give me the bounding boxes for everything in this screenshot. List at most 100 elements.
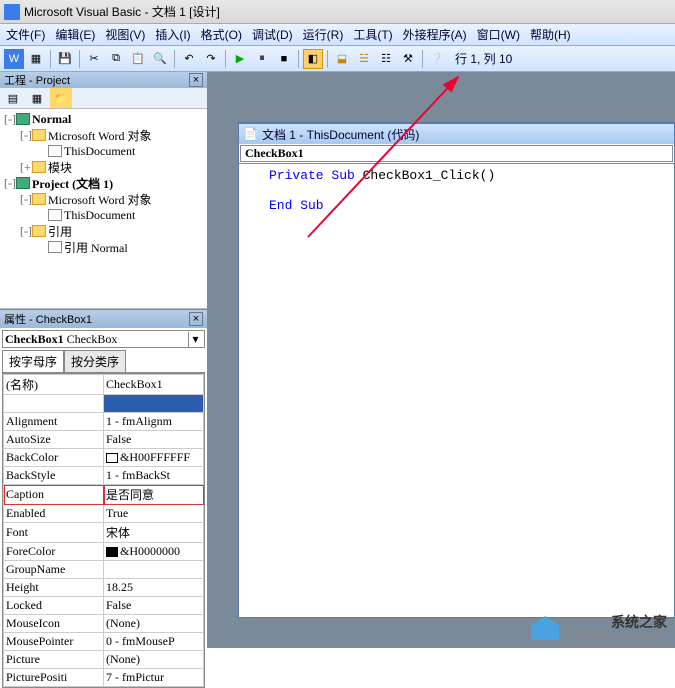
- tree-node[interactable]: [-]Project (文档 1): [0, 175, 207, 191]
- property-row[interactable]: Caption是否同意: [4, 485, 204, 505]
- run-icon[interactable]: ▶: [230, 49, 250, 69]
- tree-node[interactable]: 引用 Normal: [0, 239, 207, 255]
- menu-debug[interactable]: 调试(D): [252, 26, 293, 43]
- property-row[interactable]: EnabledTrue: [4, 505, 204, 523]
- property-row[interactable]: LockedFalse: [4, 597, 204, 615]
- property-value[interactable]: True: [104, 505, 204, 523]
- property-row[interactable]: (名称)CheckBox1: [4, 375, 204, 395]
- project-explorer-icon[interactable]: ⬓: [332, 49, 352, 69]
- fold-icon: [32, 161, 46, 173]
- main-toolbar: W ▦ 💾 ✂ ⧉ 📋 🔍 ↶ ↷ ▶ ⏸ ■ ◧ ⬓ ☱ ☷ ⚒ ❔ 行 1,…: [0, 46, 675, 72]
- menu-edit[interactable]: 编辑(E): [55, 26, 95, 43]
- code-window[interactable]: 📄 文档 1 - ThisDocument (代码) CheckBox1 Pri…: [238, 122, 675, 618]
- property-row[interactable]: ForeColor&H0000000: [4, 543, 204, 561]
- tree-twist-icon[interactable]: [-]: [20, 224, 32, 239]
- save-icon[interactable]: 💾: [55, 49, 75, 69]
- help-icon[interactable]: ❔: [427, 49, 447, 69]
- view-word-icon[interactable]: W: [4, 49, 24, 69]
- design-mode-icon[interactable]: ◧: [303, 49, 323, 69]
- close-icon[interactable]: ×: [189, 73, 203, 87]
- tree-twist-icon[interactable]: [-]: [20, 192, 32, 207]
- property-value[interactable]: 7 - fmPictur: [104, 669, 204, 687]
- property-value[interactable]: (None): [104, 651, 204, 669]
- property-value[interactable]: 是否同意: [104, 485, 204, 505]
- property-row[interactable]: Font宋体: [4, 523, 204, 543]
- tree-twist-icon[interactable]: [+]: [20, 160, 32, 175]
- property-row[interactable]: Alignment1 - fmAlignm: [4, 413, 204, 431]
- menu-insert[interactable]: 插入(I): [155, 26, 190, 43]
- property-row[interactable]: PicturePositi7 - fmPictur: [4, 669, 204, 687]
- object-selector[interactable]: CheckBox1 CheckBox ▾: [2, 330, 205, 348]
- tree-twist-icon[interactable]: [-]: [20, 128, 32, 143]
- property-value[interactable]: 18.25: [104, 579, 204, 597]
- redo-icon[interactable]: ↷: [201, 49, 221, 69]
- view-object-icon[interactable]: ▦: [26, 88, 48, 108]
- tree-node[interactable]: [+]模块: [0, 159, 207, 175]
- property-row[interactable]: Accelerator: [4, 395, 204, 413]
- property-value[interactable]: [104, 561, 204, 579]
- reset-icon[interactable]: ■: [274, 49, 294, 69]
- menu-view[interactable]: 视图(V): [105, 26, 145, 43]
- property-value[interactable]: &H00FFFFFF: [104, 449, 204, 467]
- properties-panel-title: 属性 - CheckBox1 ×: [0, 310, 207, 328]
- code-editor[interactable]: Private Sub CheckBox1_Click() End Sub: [239, 164, 674, 617]
- property-value[interactable]: False: [104, 431, 204, 449]
- tree-twist-icon[interactable]: [-]: [4, 112, 16, 127]
- toggle-folders-icon[interactable]: 📁: [50, 88, 72, 108]
- property-value[interactable]: (None): [104, 615, 204, 633]
- insert-icon[interactable]: ▦: [26, 49, 46, 69]
- property-row[interactable]: Picture(None): [4, 651, 204, 669]
- tree-node[interactable]: [-]Microsoft Word 对象: [0, 127, 207, 143]
- copy-icon[interactable]: ⧉: [106, 49, 126, 69]
- dropdown-icon[interactable]: ▾: [188, 332, 202, 347]
- property-row[interactable]: MouseIcon(None): [4, 615, 204, 633]
- toolbox-icon[interactable]: ⚒: [398, 49, 418, 69]
- tree-twist-icon[interactable]: [-]: [4, 176, 16, 191]
- property-row[interactable]: GroupName: [4, 561, 204, 579]
- doc-icon: [48, 241, 62, 253]
- menu-window[interactable]: 窗口(W): [477, 26, 520, 43]
- menu-help[interactable]: 帮助(H): [530, 26, 571, 43]
- menu-run[interactable]: 运行(R): [303, 26, 344, 43]
- property-name: Alignment: [4, 413, 104, 431]
- menu-addins[interactable]: 外接程序(A): [403, 26, 467, 43]
- menu-tools[interactable]: 工具(T): [353, 26, 392, 43]
- menu-file[interactable]: 文件(F): [6, 26, 45, 43]
- tab-alphabetic[interactable]: 按字母序: [2, 350, 64, 372]
- property-name: AutoSize: [4, 431, 104, 449]
- find-icon[interactable]: 🔍: [150, 49, 170, 69]
- break-icon[interactable]: ⏸: [252, 49, 272, 69]
- property-value[interactable]: &H0000000: [104, 543, 204, 561]
- tree-node[interactable]: [-]Normal: [0, 111, 207, 127]
- property-value[interactable]: [104, 395, 204, 413]
- tree-node[interactable]: [-]引用: [0, 223, 207, 239]
- tree-node[interactable]: ThisDocument: [0, 207, 207, 223]
- property-row[interactable]: AutoSizeFalse: [4, 431, 204, 449]
- project-tree[interactable]: [-]Normal[-]Microsoft Word 对象ThisDocumen…: [0, 109, 207, 309]
- paste-icon[interactable]: 📋: [128, 49, 148, 69]
- fold-icon: [32, 193, 46, 205]
- object-browser-icon[interactable]: ☷: [376, 49, 396, 69]
- close-icon[interactable]: ×: [189, 312, 203, 326]
- property-row[interactable]: BackColor&H00FFFFFF: [4, 449, 204, 467]
- fold-icon: [32, 225, 46, 237]
- property-value[interactable]: False: [104, 597, 204, 615]
- tree-node[interactable]: ThisDocument: [0, 143, 207, 159]
- menu-format[interactable]: 格式(O): [201, 26, 242, 43]
- property-row[interactable]: Height18.25: [4, 579, 204, 597]
- property-value[interactable]: 1 - fmBackSt: [104, 467, 204, 485]
- property-value[interactable]: 1 - fmAlignm: [104, 413, 204, 431]
- property-value[interactable]: 宋体: [104, 523, 204, 543]
- view-code-icon[interactable]: ▤: [2, 88, 24, 108]
- cut-icon[interactable]: ✂: [84, 49, 104, 69]
- tab-categorized[interactable]: 按分类序: [64, 350, 126, 372]
- properties-grid[interactable]: (名称)CheckBox1AcceleratorAlignment1 - fmA…: [2, 373, 205, 688]
- property-value[interactable]: CheckBox1: [104, 375, 204, 395]
- properties-icon[interactable]: ☱: [354, 49, 374, 69]
- property-row[interactable]: BackStyle1 - fmBackSt: [4, 467, 204, 485]
- object-dropdown[interactable]: CheckBox1: [240, 145, 673, 162]
- tree-node[interactable]: [-]Microsoft Word 对象: [0, 191, 207, 207]
- property-name: Locked: [4, 597, 104, 615]
- undo-icon[interactable]: ↶: [179, 49, 199, 69]
- property-name: BackStyle: [4, 467, 104, 485]
